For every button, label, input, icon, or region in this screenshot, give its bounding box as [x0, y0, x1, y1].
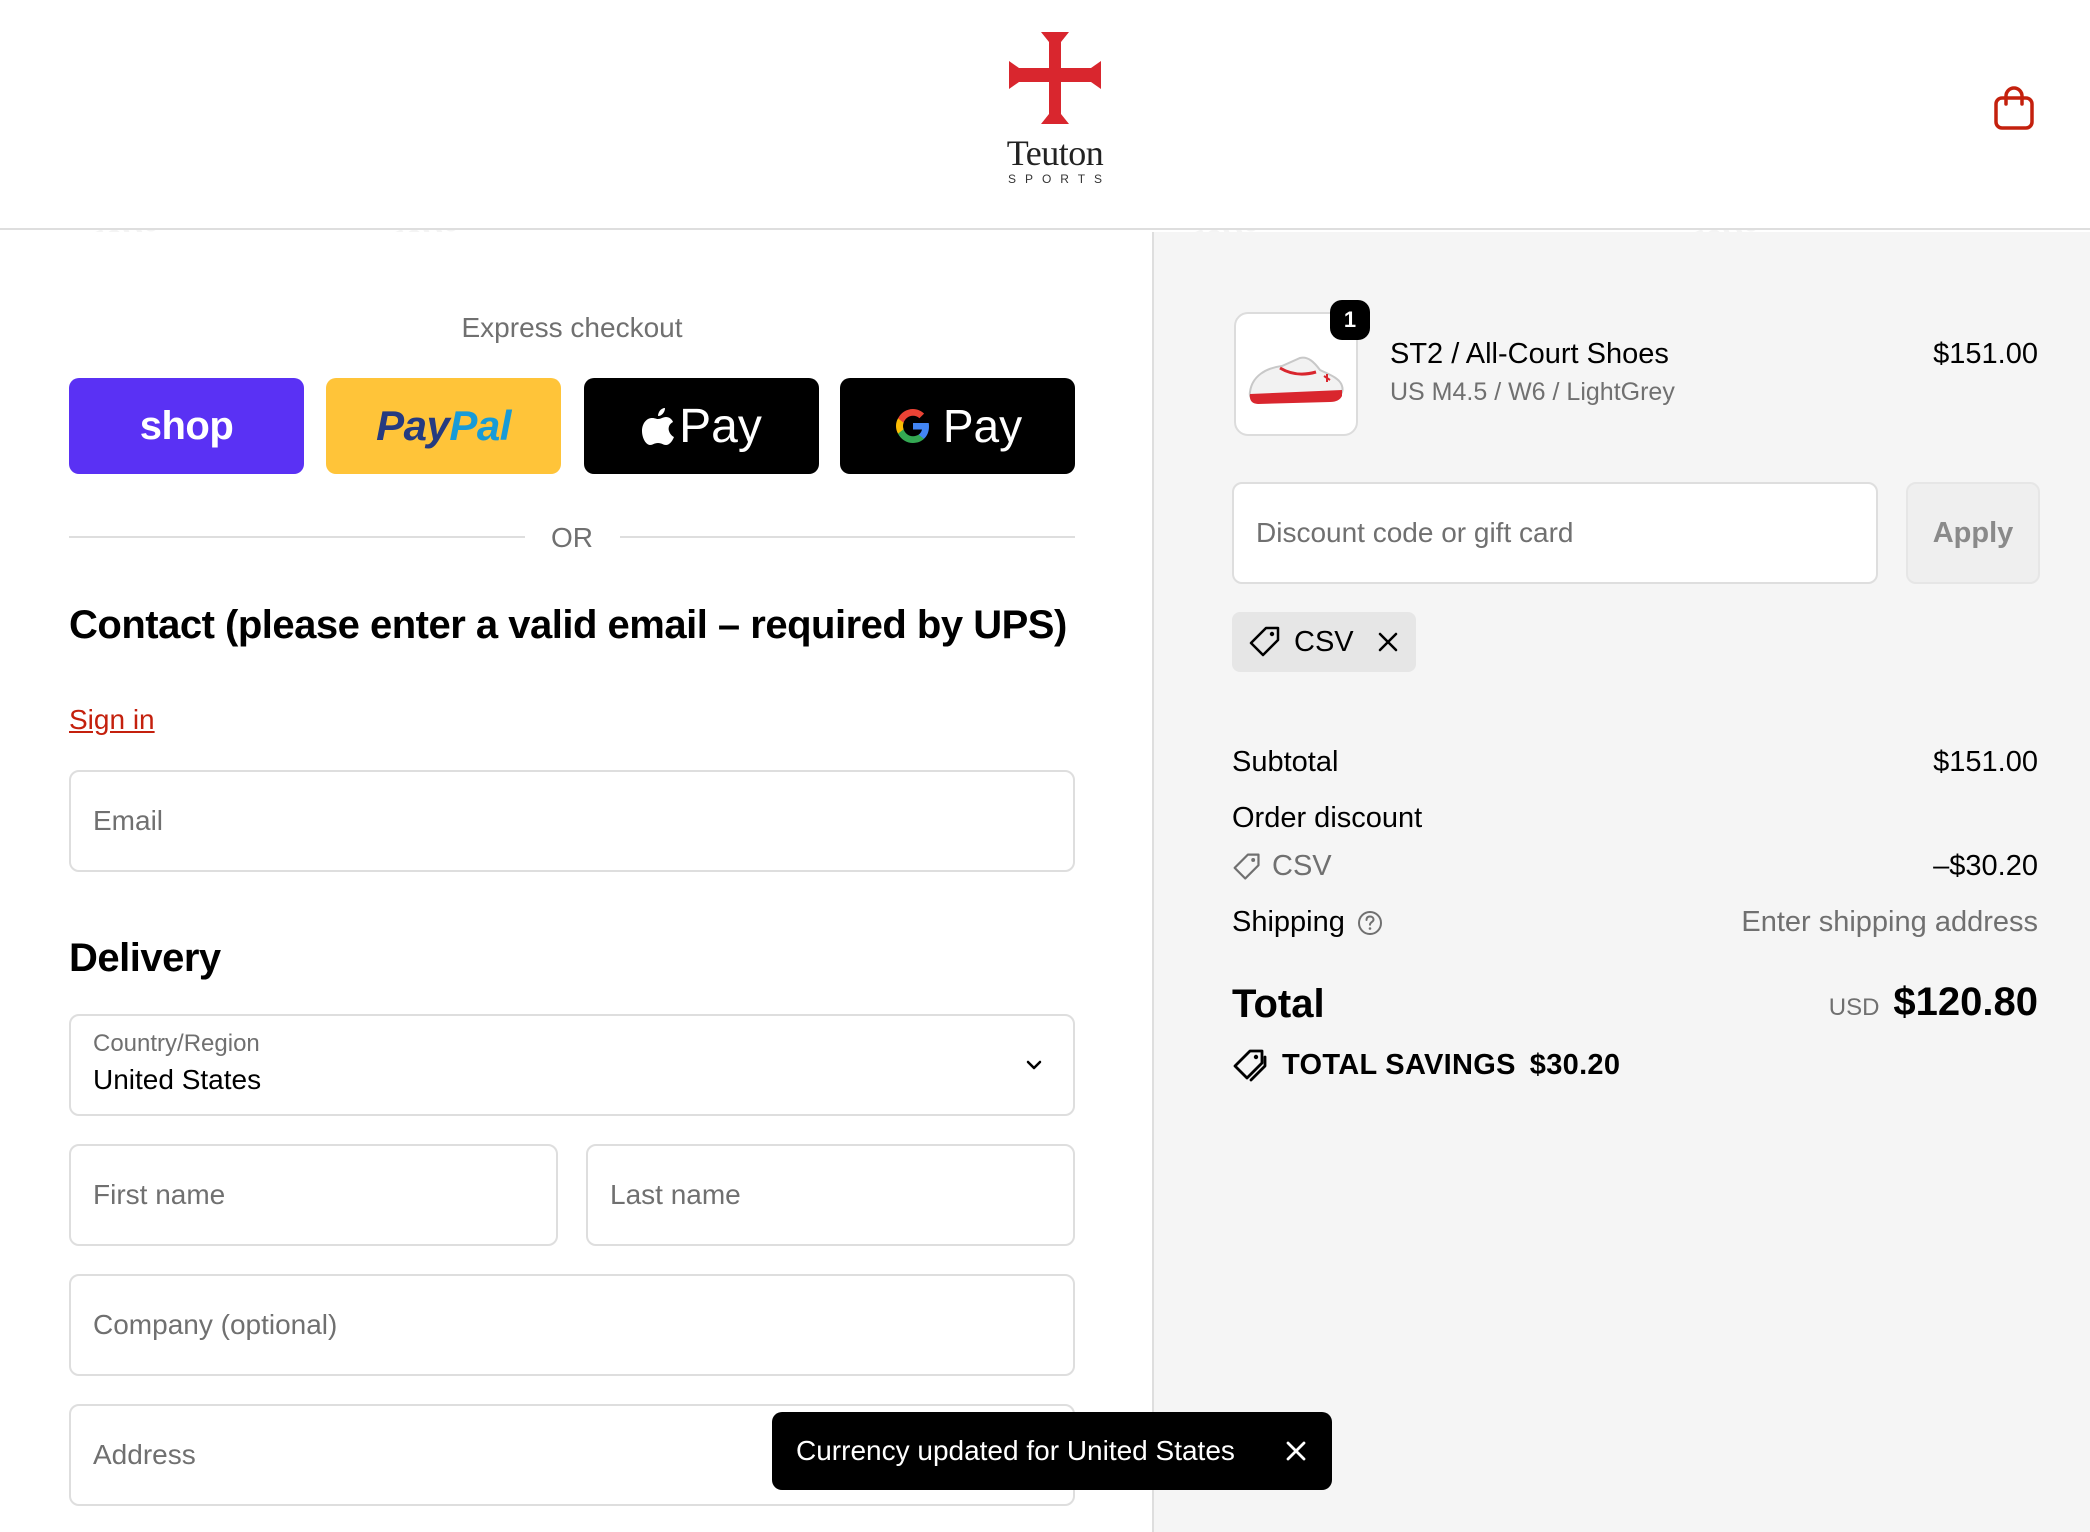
- cross-logo-icon: [1009, 32, 1101, 124]
- discount-value: –$30.20: [1933, 850, 2038, 882]
- google-g-icon: [895, 409, 929, 443]
- apple-logo-icon: [642, 408, 675, 445]
- country-label: Country/Region: [93, 1030, 260, 1057]
- total-currency: USD: [1828, 994, 1880, 1021]
- help-circle-icon[interactable]: [1357, 910, 1383, 936]
- tags-icon: [1233, 1049, 1267, 1082]
- item-price: $151.00: [1933, 338, 2038, 370]
- applied-discount-code: CSV: [1294, 625, 1354, 658]
- order-discount-label: Order discount: [1232, 802, 1423, 834]
- company-input[interactable]: [71, 1276, 1073, 1374]
- subtotal-label: Subtotal: [1232, 746, 1339, 778]
- shopping-bag-icon[interactable]: [1992, 84, 2036, 132]
- shipping-label: Shipping: [1232, 906, 1345, 938]
- google-pay-button[interactable]: Pay: [840, 378, 1075, 474]
- express-checkout-title: Express checkout: [461, 312, 683, 343]
- tag-icon: [1233, 853, 1260, 880]
- brand-tagline: SPORTS: [1007, 172, 1112, 186]
- or-divider-label: OR: [551, 522, 593, 553]
- close-icon[interactable]: [1282, 1437, 1310, 1465]
- google-pay-label: Pay: [893, 399, 1022, 453]
- first-name-field[interactable]: [69, 1144, 558, 1246]
- brand-logo[interactable]: Teuton SPORTS: [990, 28, 1120, 188]
- first-name-input[interactable]: [71, 1146, 556, 1244]
- contact-heading: Contact (please enter a valid email – re…: [69, 603, 1067, 647]
- paypal-button[interactable]: PayPal: [326, 378, 561, 474]
- quantity-badge: 1: [1330, 300, 1370, 340]
- discount-code-label: CSV: [1272, 850, 1332, 882]
- total-label: Total: [1232, 982, 1325, 1026]
- country-select[interactable]: Country/Region United States: [69, 1014, 1075, 1116]
- site-header: Teuton SPORTS: [0, 0, 2090, 230]
- sign-in-link[interactable]: Sign in: [69, 704, 155, 736]
- apply-discount-button[interactable]: Apply: [1906, 482, 2040, 584]
- order-summary-column: 1 ST2 / All-Court Shoes US M4.5 / W6 / L…: [1152, 232, 2090, 1532]
- email-input[interactable]: [71, 772, 1073, 870]
- item-variant: US M4.5 / W6 / LightGrey: [1390, 378, 1675, 406]
- delivery-heading: Delivery: [69, 936, 221, 980]
- toast-message: Currency updated for United States: [796, 1435, 1235, 1466]
- shipping-row: Shipping: [1232, 906, 1383, 939]
- email-field[interactable]: [69, 770, 1075, 872]
- discount-code-field[interactable]: [1232, 482, 1878, 584]
- shop-pay-label: shop: [139, 403, 234, 448]
- item-name: ST2 / All-Court Shoes: [1390, 338, 1669, 370]
- last-name-field[interactable]: [586, 1144, 1075, 1246]
- remove-discount-close-icon[interactable]: [1374, 628, 1402, 656]
- brand-name: Teuton: [1006, 133, 1104, 173]
- discount-code-input[interactable]: [1234, 484, 1876, 582]
- subtotal-value: $151.00: [1933, 746, 2038, 778]
- savings-value: $30.20: [1529, 1048, 1621, 1081]
- country-value: United States: [93, 1064, 262, 1095]
- total-savings: TOTAL SAVINGS $30.20: [1232, 1048, 1620, 1082]
- apple-pay-button[interactable]: Pay: [584, 378, 819, 474]
- currency-toast: Currency updated for United States: [772, 1412, 1332, 1490]
- total-amount: $120.80: [1893, 980, 2038, 1024]
- shop-pay-button[interactable]: shop: [69, 378, 304, 474]
- discount-code-row: CSV: [1232, 850, 1332, 883]
- shipping-value: Enter shipping address: [1741, 906, 2038, 938]
- tag-icon: [1249, 626, 1280, 657]
- paypal-label: PayPal: [376, 402, 511, 449]
- savings-label: TOTAL SAVINGS: [1282, 1048, 1516, 1081]
- company-field[interactable]: [69, 1274, 1075, 1376]
- checkout-form-column: Express checkout shop PayPal Pay Pay OR: [0, 232, 1152, 1532]
- last-name-input[interactable]: [588, 1146, 1073, 1244]
- applied-discount-chip: CSV: [1232, 612, 1416, 672]
- total-value-group: USD $120.80: [1829, 980, 2038, 1025]
- chevron-down-icon: [1026, 1060, 1042, 1070]
- apple-pay-label: Pay: [641, 399, 762, 454]
